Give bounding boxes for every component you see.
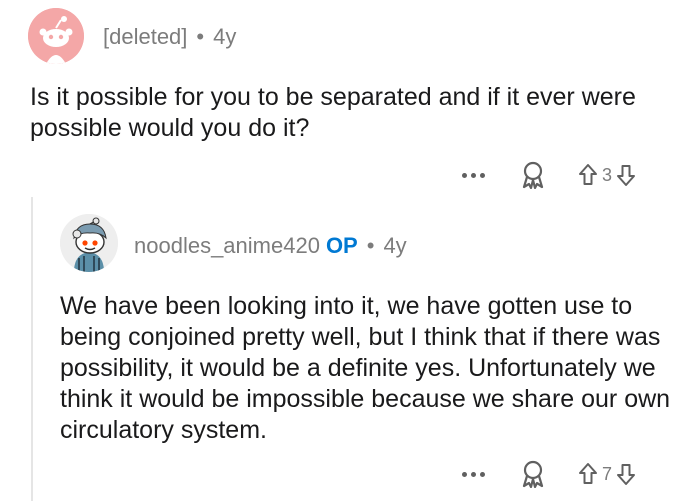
snoo-avatar-icon [60, 214, 118, 272]
more-options-icon[interactable] [462, 172, 490, 178]
reply-author[interactable]: noodles_anime420 [134, 233, 320, 258]
award-icon[interactable] [520, 161, 546, 189]
reply-body: We have been looking into it, we have go… [60, 292, 671, 444]
reply-actions: 7 [462, 458, 636, 490]
comment-age: 4y [213, 24, 237, 49]
meta-separator: • [366, 233, 375, 258]
reply-age: 4y [383, 233, 407, 258]
more-options-icon[interactable] [462, 471, 490, 477]
upvote-icon[interactable] [578, 462, 598, 486]
comment-author[interactable]: [deleted] [103, 24, 187, 49]
vote-count: 7 [602, 463, 613, 484]
avatar-deleted-user[interactable] [28, 8, 84, 64]
downvote-icon[interactable] [616, 462, 636, 486]
comment-meta: [deleted] • 4y [103, 23, 236, 51]
avatar-noodles-anime420[interactable] [60, 214, 118, 272]
meta-separator: • [196, 24, 205, 49]
upvote-icon[interactable] [578, 163, 598, 187]
comment-actions: 3 [462, 159, 636, 191]
thread-line[interactable] [31, 197, 33, 501]
vote-count: 3 [602, 164, 613, 185]
snoo-avatar-icon [28, 8, 84, 64]
award-icon[interactable] [520, 460, 546, 488]
downvote-icon[interactable] [616, 163, 636, 187]
reply-meta: noodles_anime420 OP • 4y [134, 232, 407, 260]
comment-body: Is it possible for you to be separated a… [30, 83, 636, 142]
op-badge: OP [325, 233, 358, 258]
